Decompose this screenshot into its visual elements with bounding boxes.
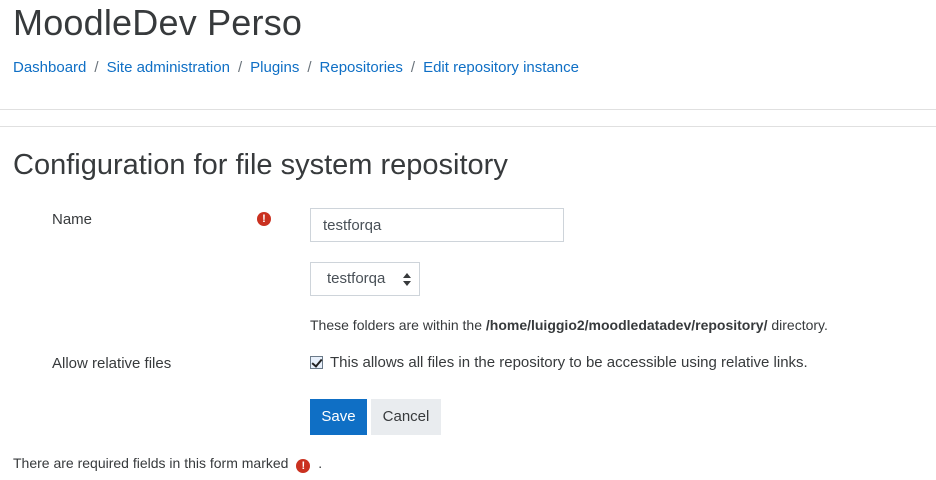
breadcrumb-separator: / (307, 59, 312, 76)
breadcrumb-edit-repository-instance[interactable]: Edit repository instance (423, 59, 579, 76)
folder-select-value: testforqa (327, 270, 386, 287)
name-input[interactable] (310, 208, 564, 242)
breadcrumb-dashboard[interactable]: Dashboard (13, 59, 86, 76)
breadcrumb-plugins[interactable]: Plugins (250, 59, 299, 76)
breadcrumb-separator: / (94, 59, 99, 76)
folder-help-text: These folders are within the /home/luigg… (310, 317, 828, 333)
folder-select[interactable]: testforqa (310, 262, 420, 296)
relative-files-label: Allow relative files (52, 355, 172, 372)
relative-files-description: This allows all files in the repository … (330, 354, 808, 371)
relative-files-checkbox[interactable] (310, 356, 323, 369)
required-note-period: . (318, 455, 323, 471)
page-heading: Configuration for file system repository (13, 149, 508, 181)
header-divider (0, 109, 936, 110)
breadcrumb-repositories[interactable]: Repositories (320, 59, 403, 76)
site-title: MoodleDev Perso (13, 2, 303, 43)
exclamation-circle-icon: ! (296, 459, 311, 473)
help-prefix: These folders are within the (310, 317, 486, 333)
help-suffix: directory. (767, 317, 828, 333)
breadcrumb-separator: / (237, 59, 243, 76)
required-fields-note: There are required fields in this form m… (13, 455, 323, 473)
breadcrumb-site-administration[interactable]: Site administration (107, 59, 230, 76)
breadcrumb: Dashboard / Site administration / Plugins / Re… (13, 59, 579, 76)
exclamation-circle-icon: ! (257, 212, 271, 226)
breadcrumb-separator: / (410, 59, 416, 76)
name-label: Name (52, 211, 93, 228)
save-button[interactable]: Save (310, 399, 367, 435)
cancel-button[interactable]: Cancel (371, 399, 441, 435)
content-divider (0, 126, 936, 127)
required-note-text: There are required fields in this form m… (13, 455, 289, 471)
repository-path: /home/luiggio2/moodledatadev/repository/ (485, 317, 768, 333)
